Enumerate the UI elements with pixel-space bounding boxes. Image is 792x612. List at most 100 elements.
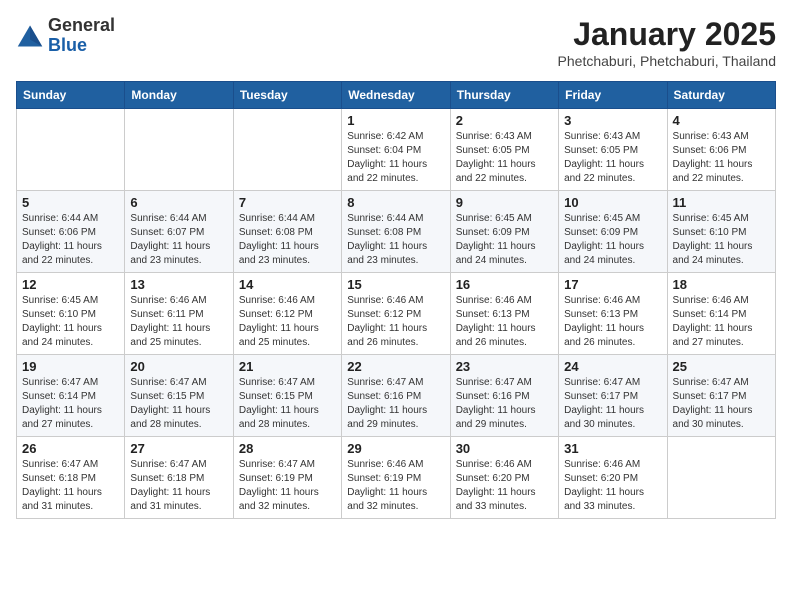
day-info: Sunrise: 6:47 AM Sunset: 6:18 PM Dayligh… xyxy=(130,458,227,514)
day-number: 13 xyxy=(130,277,227,292)
title-block: January 2025 Phetchaburi, Phetchaburi, T… xyxy=(558,16,776,69)
calendar-cell: 21 Sunrise: 6:47 AM Sunset: 6:15 PM Dayli… xyxy=(233,355,341,437)
day-number: 1 xyxy=(347,113,444,128)
calendar-cell xyxy=(667,437,775,519)
calendar-header: SundayMondayTuesdayWednesdayThursdayFrid… xyxy=(17,82,776,109)
day-number: 23 xyxy=(456,359,553,374)
day-info: Sunrise: 6:42 AM Sunset: 6:04 PM Dayligh… xyxy=(347,130,444,186)
calendar-cell: 14 Sunrise: 6:46 AM Sunset: 6:12 PM Dayli… xyxy=(233,273,341,355)
calendar-cell: 13 Sunrise: 6:46 AM Sunset: 6:11 PM Dayli… xyxy=(125,273,233,355)
day-info: Sunrise: 6:46 AM Sunset: 6:19 PM Dayligh… xyxy=(347,458,444,514)
day-number: 24 xyxy=(564,359,661,374)
day-info: Sunrise: 6:45 AM Sunset: 6:10 PM Dayligh… xyxy=(673,212,770,268)
calendar-cell: 10 Sunrise: 6:45 AM Sunset: 6:09 PM Dayli… xyxy=(559,191,667,273)
calendar-week-row: 12 Sunrise: 6:45 AM Sunset: 6:10 PM Dayli… xyxy=(17,273,776,355)
calendar-cell: 17 Sunrise: 6:46 AM Sunset: 6:13 PM Dayli… xyxy=(559,273,667,355)
day-number: 16 xyxy=(456,277,553,292)
day-number: 19 xyxy=(22,359,119,374)
calendar-cell: 26Sunrise: 6:47 AM Sunset: 6:18 PM Dayli… xyxy=(17,437,125,519)
calendar-cell: 12 Sunrise: 6:45 AM Sunset: 6:10 PM Dayli… xyxy=(17,273,125,355)
calendar-week-row: 19 Sunrise: 6:47 AM Sunset: 6:14 PM Dayli… xyxy=(17,355,776,437)
day-info: Sunrise: 6:43 AM Sunset: 6:05 PM Dayligh… xyxy=(456,130,553,186)
weekday-header-row: SundayMondayTuesdayWednesdayThursdayFrid… xyxy=(17,82,776,109)
calendar-cell: 7Sunrise: 6:44 AM Sunset: 6:08 PM Daylig… xyxy=(233,191,341,273)
day-info: Sunrise: 6:44 AM Sunset: 6:06 PM Dayligh… xyxy=(22,212,119,268)
day-number: 2 xyxy=(456,113,553,128)
day-number: 15 xyxy=(347,277,444,292)
day-number: 22 xyxy=(347,359,444,374)
calendar-cell: 27 Sunrise: 6:47 AM Sunset: 6:18 PM Dayli… xyxy=(125,437,233,519)
weekday-header-monday: Monday xyxy=(125,82,233,109)
day-number: 30 xyxy=(456,441,553,456)
day-number: 6 xyxy=(130,195,227,210)
day-info: Sunrise: 6:46 AM Sunset: 6:13 PM Dayligh… xyxy=(456,294,553,350)
day-number: 14 xyxy=(239,277,336,292)
month-title: January 2025 xyxy=(558,16,776,53)
day-info: Sunrise: 6:47 AM Sunset: 6:14 PM Dayligh… xyxy=(22,376,119,432)
calendar-body: 1 Sunrise: 6:42 AM Sunset: 6:04 PM Daylig… xyxy=(17,109,776,519)
calendar-cell: 31 Sunrise: 6:46 AM Sunset: 6:20 PM Dayli… xyxy=(559,437,667,519)
day-info: Sunrise: 6:47 AM Sunset: 6:15 PM Dayligh… xyxy=(239,376,336,432)
calendar-cell: 19 Sunrise: 6:47 AM Sunset: 6:14 PM Dayli… xyxy=(17,355,125,437)
day-info: Sunrise: 6:47 AM Sunset: 6:19 PM Dayligh… xyxy=(239,458,336,514)
calendar-cell: 23 Sunrise: 6:47 AM Sunset: 6:16 PM Dayli… xyxy=(450,355,558,437)
weekday-header-thursday: Thursday xyxy=(450,82,558,109)
day-info: Sunrise: 6:45 AM Sunset: 6:09 PM Dayligh… xyxy=(564,212,661,268)
calendar-cell: 15 Sunrise: 6:46 AM Sunset: 6:12 PM Dayli… xyxy=(342,273,450,355)
calendar-cell xyxy=(125,109,233,191)
calendar-cell: 25Sunrise: 6:47 AM Sunset: 6:17 PM Dayli… xyxy=(667,355,775,437)
day-number: 28 xyxy=(239,441,336,456)
day-number: 27 xyxy=(130,441,227,456)
day-number: 8 xyxy=(347,195,444,210)
day-info: Sunrise: 6:46 AM Sunset: 6:13 PM Dayligh… xyxy=(564,294,661,350)
day-info: Sunrise: 6:46 AM Sunset: 6:20 PM Dayligh… xyxy=(456,458,553,514)
logo-text: General Blue xyxy=(48,16,115,56)
calendar-cell: 16 Sunrise: 6:46 AM Sunset: 6:13 PM Dayli… xyxy=(450,273,558,355)
day-info: Sunrise: 6:43 AM Sunset: 6:06 PM Dayligh… xyxy=(673,130,770,186)
day-info: Sunrise: 6:45 AM Sunset: 6:10 PM Dayligh… xyxy=(22,294,119,350)
day-number: 9 xyxy=(456,195,553,210)
weekday-header-wednesday: Wednesday xyxy=(342,82,450,109)
day-info: Sunrise: 6:47 AM Sunset: 6:16 PM Dayligh… xyxy=(456,376,553,432)
calendar-cell: 9 Sunrise: 6:45 AM Sunset: 6:09 PM Daylig… xyxy=(450,191,558,273)
day-info: Sunrise: 6:44 AM Sunset: 6:07 PM Dayligh… xyxy=(130,212,227,268)
day-number: 10 xyxy=(564,195,661,210)
day-number: 11 xyxy=(673,195,770,210)
calendar-week-row: 5Sunrise: 6:44 AM Sunset: 6:06 PM Daylig… xyxy=(17,191,776,273)
day-number: 12 xyxy=(22,277,119,292)
day-number: 17 xyxy=(564,277,661,292)
weekday-header-friday: Friday xyxy=(559,82,667,109)
calendar-cell: 28 Sunrise: 6:47 AM Sunset: 6:19 PM Dayli… xyxy=(233,437,341,519)
calendar-cell: 24 Sunrise: 6:47 AM Sunset: 6:17 PM Dayli… xyxy=(559,355,667,437)
day-info: Sunrise: 6:45 AM Sunset: 6:09 PM Dayligh… xyxy=(456,212,553,268)
location-subtitle: Phetchaburi, Phetchaburi, Thailand xyxy=(558,53,776,69)
logo: General Blue xyxy=(16,16,115,56)
calendar-cell: 2 Sunrise: 6:43 AM Sunset: 6:05 PM Daylig… xyxy=(450,109,558,191)
day-info: Sunrise: 6:46 AM Sunset: 6:14 PM Dayligh… xyxy=(673,294,770,350)
day-info: Sunrise: 6:47 AM Sunset: 6:18 PM Dayligh… xyxy=(22,458,119,514)
day-number: 31 xyxy=(564,441,661,456)
calendar-cell: 6 Sunrise: 6:44 AM Sunset: 6:07 PM Daylig… xyxy=(125,191,233,273)
day-info: Sunrise: 6:46 AM Sunset: 6:11 PM Dayligh… xyxy=(130,294,227,350)
day-info: Sunrise: 6:47 AM Sunset: 6:17 PM Dayligh… xyxy=(564,376,661,432)
day-info: Sunrise: 6:46 AM Sunset: 6:12 PM Dayligh… xyxy=(347,294,444,350)
logo-blue: Blue xyxy=(48,35,87,55)
weekday-header-tuesday: Tuesday xyxy=(233,82,341,109)
day-info: Sunrise: 6:43 AM Sunset: 6:05 PM Dayligh… xyxy=(564,130,661,186)
day-number: 20 xyxy=(130,359,227,374)
weekday-header-sunday: Sunday xyxy=(17,82,125,109)
calendar-cell: 3Sunrise: 6:43 AM Sunset: 6:05 PM Daylig… xyxy=(559,109,667,191)
calendar-cell: 18Sunrise: 6:46 AM Sunset: 6:14 PM Dayli… xyxy=(667,273,775,355)
calendar-cell: 30 Sunrise: 6:46 AM Sunset: 6:20 PM Dayli… xyxy=(450,437,558,519)
day-number: 7 xyxy=(239,195,336,210)
calendar-cell: 5Sunrise: 6:44 AM Sunset: 6:06 PM Daylig… xyxy=(17,191,125,273)
day-number: 25 xyxy=(673,359,770,374)
day-info: Sunrise: 6:46 AM Sunset: 6:20 PM Dayligh… xyxy=(564,458,661,514)
logo-general: General xyxy=(48,15,115,35)
calendar-cell xyxy=(233,109,341,191)
day-info: Sunrise: 6:46 AM Sunset: 6:12 PM Dayligh… xyxy=(239,294,336,350)
calendar-table: SundayMondayTuesdayWednesdayThursdayFrid… xyxy=(16,81,776,519)
day-number: 21 xyxy=(239,359,336,374)
calendar-cell: 20Sunrise: 6:47 AM Sunset: 6:15 PM Dayli… xyxy=(125,355,233,437)
weekday-header-saturday: Saturday xyxy=(667,82,775,109)
